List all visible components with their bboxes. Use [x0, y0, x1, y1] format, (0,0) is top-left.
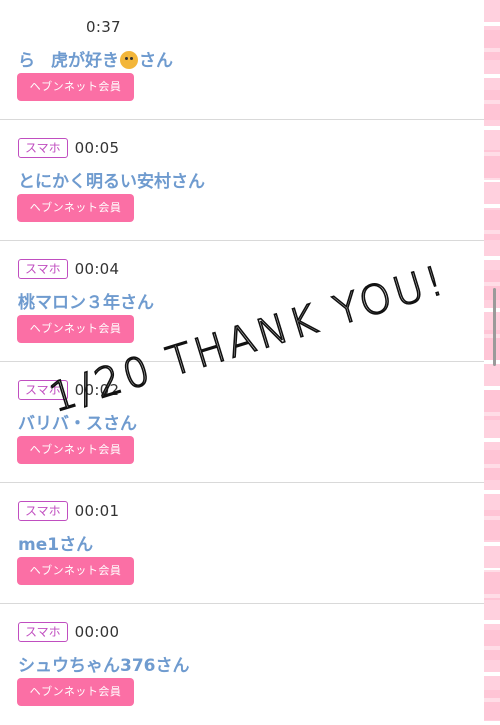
visit-time: 00:01: [74, 502, 120, 520]
visitor-name[interactable]: me1さん: [18, 530, 93, 555]
entry-meta: スマホ 00:05: [18, 137, 119, 159]
device-badge: スマホ: [18, 138, 68, 158]
device-badge: スマホ: [18, 622, 68, 642]
device-badge: スマホ: [18, 501, 68, 521]
decorative-side-rail: [484, 0, 500, 721]
member-button[interactable]: ヘブンネット会員: [17, 194, 134, 222]
member-button[interactable]: ヘブンネット会員: [17, 557, 134, 585]
member-button[interactable]: ヘブンネット会員: [17, 73, 134, 101]
visitor-name[interactable]: バリバ・スさん: [18, 409, 137, 434]
list-item: 0:37 ら虎が好き さん ヘブンネット会員: [0, 0, 484, 120]
visitor-name-mid: 虎が好き: [51, 51, 119, 71]
list-item: スマホ 00:02 バリバ・スさん ヘブンネット会員: [0, 362, 484, 483]
visit-time: 00:02: [74, 381, 120, 399]
visit-time: 00:05: [74, 139, 120, 157]
visitor-list: 0:37 ら虎が好き さん ヘブンネット会員 スマホ 00:05 とにかく明るい安…: [0, 0, 484, 721]
visitor-name[interactable]: 桃マロン３年さん: [18, 288, 154, 313]
list-item: スマホ 00:04 桃マロン３年さん ヘブンネット会員: [0, 241, 484, 362]
entry-meta: スマホ 00:02: [18, 379, 119, 401]
list-item: スマホ 00:00 シュウちゃん376さん ヘブンネット会員: [0, 604, 484, 725]
member-button[interactable]: ヘブンネット会員: [17, 315, 134, 343]
visitor-name[interactable]: とにかく明るい安村さん: [18, 167, 205, 192]
scrollbar-thumb[interactable]: [493, 288, 496, 366]
member-button[interactable]: ヘブンネット会員: [17, 436, 134, 464]
visit-time: 00:04: [74, 260, 120, 278]
entry-meta: スマホ 00:01: [18, 500, 119, 522]
visitor-name-suffix: さん: [139, 51, 173, 71]
entry-meta: スマホ 00:00: [18, 621, 119, 643]
visit-time: 00:00: [74, 623, 120, 641]
device-badge: スマホ: [18, 259, 68, 279]
member-button[interactable]: ヘブンネット会員: [17, 678, 134, 706]
entry-meta: スマホ 00:04: [18, 258, 119, 280]
redaction-blob: [18, 13, 72, 39]
list-item: スマホ 00:05 とにかく明るい安村さん ヘブンネット会員: [0, 120, 484, 241]
visitor-name-prefix: ら: [18, 51, 35, 71]
tiger-icon: [120, 51, 138, 69]
visitor-name[interactable]: シュウちゃん376さん: [18, 651, 190, 676]
visit-time: 0:37: [86, 18, 121, 36]
list-item: スマホ 00:01 me1さん ヘブンネット会員: [0, 483, 484, 604]
visitor-name[interactable]: ら虎が好き さん: [18, 46, 173, 71]
device-badge: スマホ: [18, 380, 68, 400]
